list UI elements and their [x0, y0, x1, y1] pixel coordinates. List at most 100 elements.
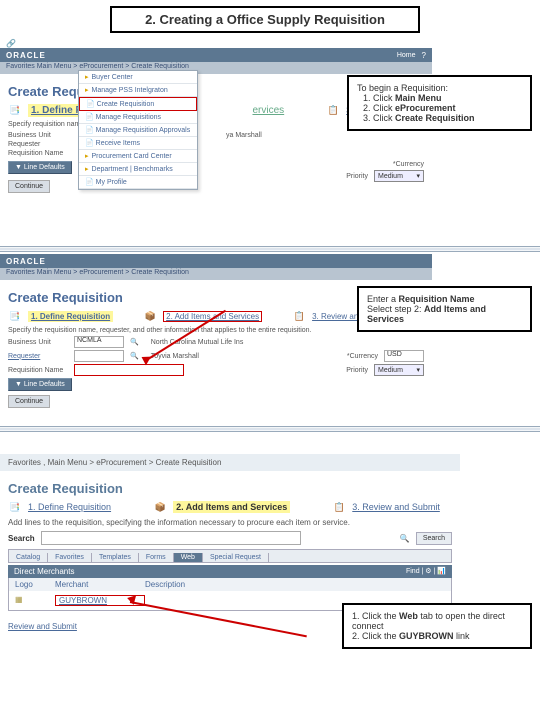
- th-desc: Description: [145, 580, 185, 589]
- step3-icon-3: 📋: [332, 500, 346, 514]
- tab-favorites[interactable]: Favorites: [48, 553, 92, 562]
- step1-icon-3: 📑: [8, 500, 22, 514]
- menu-item-create-requisition[interactable]: 📄 Create Requisition: [79, 97, 197, 111]
- menu-item-receive[interactable]: 📄 Receive Items: [79, 137, 197, 150]
- table-header: Logo Merchant Description: [8, 578, 452, 591]
- menu-item-procurement-card[interactable]: ▸Procurement Card Center: [79, 150, 197, 163]
- lookup-icon[interactable]: 🔍: [130, 338, 139, 346]
- breadcrumb-text-3: Favorites , Main Menu > eProcurement > C…: [8, 458, 221, 467]
- help-icon[interactable]: ?: [422, 51, 426, 60]
- home-link[interactable]: Home: [397, 52, 416, 59]
- review-submit-link[interactable]: Review and Submit: [8, 622, 77, 631]
- right-form: ya Marshall *Currency Priority Medium ▾: [208, 130, 424, 193]
- menu-item-manage-approvals[interactable]: 📄 Manage Requisition Approvals: [79, 124, 197, 137]
- callout1-l3: Click Create Requisition: [373, 113, 522, 123]
- main-menu-dropdown: ▸Buyer Center ▸Manage PSS Intelgraton 📄 …: [78, 70, 198, 190]
- merchant-logo-icon: ▦: [15, 595, 55, 606]
- tab-special-request[interactable]: Special Request: [203, 553, 269, 562]
- step3-link-3[interactable]: 3. Review and Submit: [352, 502, 440, 512]
- priority-select-2[interactable]: Medium▾: [374, 364, 424, 376]
- callout2-l1: Enter a Requisition Name: [367, 294, 522, 304]
- step2-placeholder: ervices: [252, 105, 284, 116]
- reqname-label: Requisition Name: [8, 150, 68, 157]
- search-input[interactable]: [41, 531, 301, 545]
- search-label: Search: [8, 534, 35, 543]
- requester-input[interactable]: [74, 350, 124, 362]
- step1-icon-2: 📑: [8, 309, 22, 323]
- tiny-link-icon: 🔗: [0, 39, 432, 48]
- breadcrumb-text: Favorites Main Menu > eProcurement > Cre…: [6, 63, 189, 70]
- menu-item-manage-pss[interactable]: ▸Manage PSS Intelgraton: [79, 84, 197, 97]
- find-link[interactable]: Find | ⚙ | 📊: [406, 567, 446, 576]
- spec-text-3: Add lines to the requisition, specifying…: [8, 518, 452, 527]
- priority-select[interactable]: Medium ▾: [374, 170, 424, 182]
- step1-icon: 📑: [8, 103, 22, 117]
- bu-text: North Carolina Mutual Life Ins: [151, 339, 244, 346]
- oracle-header-bar-2: ORACLE: [0, 254, 432, 268]
- th-logo: Logo: [15, 580, 55, 589]
- callout-3: 1. Click the Web tab to open the direct …: [342, 603, 532, 649]
- requester-label-2[interactable]: Requester: [8, 353, 68, 360]
- wizard-steps-3: 📑 1. Define Requisition 📦 2. Add Items a…: [8, 500, 452, 514]
- divider-2: [0, 426, 540, 432]
- callout3-l1: 1. Click the Web tab to open the direct …: [352, 611, 522, 631]
- section-2: ORACLE Favorites Main Menu > eProcuremen…: [0, 254, 432, 414]
- breadcrumb-3: Favorites , Main Menu > eProcurement > C…: [0, 454, 460, 471]
- step2-link-3[interactable]: 2. Add Items and Services: [173, 501, 290, 513]
- create-req-header-3: Create Requisition: [8, 481, 452, 496]
- line-defaults-button-2[interactable]: ▼ Line Defaults: [8, 378, 72, 391]
- callout-1: To begin a Requisition: Click Main Menu …: [347, 75, 532, 131]
- tab-web[interactable]: Web: [174, 553, 203, 562]
- tab-row: Catalog Favorites Templates Forms Web Sp…: [8, 549, 452, 563]
- callout1-l2: Click eProcurement: [373, 103, 522, 113]
- reqname-label-2: Requisition Name: [8, 367, 68, 374]
- currency-label-2: *Currency: [347, 353, 378, 360]
- currency-label: *Currency: [393, 161, 424, 168]
- oracle-logo-2: ORACLE: [6, 257, 46, 266]
- step1-link-3[interactable]: 1. Define Requisition: [28, 502, 111, 512]
- bu-input[interactable]: NCMLA: [74, 336, 124, 348]
- line-defaults-button[interactable]: ▼ Line Defaults: [8, 161, 72, 174]
- priority-label: Priority: [346, 173, 368, 180]
- th-merchant: Merchant: [55, 580, 145, 589]
- step2-icon-2: 📦: [143, 309, 157, 323]
- menu-item-dept-bench[interactable]: ▸Department | Benchmarks: [79, 163, 197, 176]
- direct-merchants-label: Direct Merchants: [14, 567, 74, 576]
- section-3: Favorites , Main Menu > eProcurement > C…: [0, 454, 460, 641]
- requester-label: Requester: [8, 141, 68, 148]
- menu-item-manage-req[interactable]: 📄 Manage Requisitions: [79, 111, 197, 124]
- continue-button[interactable]: Continue: [8, 180, 50, 193]
- reqname-input[interactable]: [74, 364, 184, 376]
- section-1: 🔗 ORACLE Home ? Favorites Main Menu > eP…: [0, 39, 432, 234]
- callout3-l2: 2. Click the GUYBROWN link: [352, 631, 522, 641]
- search-button[interactable]: Search: [416, 532, 452, 545]
- step1-link-2[interactable]: 1. Define Requisition: [28, 311, 113, 322]
- oracle-header-bar: ORACLE Home ?: [0, 48, 432, 62]
- breadcrumb-2: Favorites Main Menu > eProcurement > Cre…: [0, 268, 432, 280]
- callout1-lead: To begin a Requisition:: [357, 83, 522, 93]
- callout1-l1: Click Main Menu: [373, 93, 522, 103]
- bu-label-2: Business Unit: [8, 339, 68, 346]
- tab-catalog[interactable]: Catalog: [9, 553, 48, 562]
- menu-item-my-profile[interactable]: 📄 My Profile: [79, 176, 197, 189]
- tab-templates[interactable]: Templates: [92, 553, 139, 562]
- continue-button-2[interactable]: Continue: [8, 395, 50, 408]
- requester-display: ya Marshall: [226, 132, 424, 139]
- currency-input[interactable]: USD: [384, 350, 424, 362]
- page-title-box: 2. Creating a Office Supply Requisition: [110, 6, 420, 33]
- menu-item-buyer-center[interactable]: ▸Buyer Center: [79, 71, 197, 84]
- breadcrumb-text-2: Favorites Main Menu > eProcurement > Cre…: [6, 269, 189, 276]
- breadcrumb: Favorites Main Menu > eProcurement > Cre…: [0, 62, 432, 74]
- divider-1: [0, 246, 540, 252]
- callout2-l2: Select step 2: Add Items and Services: [367, 304, 522, 324]
- step2-icon-3: 📦: [153, 500, 167, 514]
- step3-icon: 📋: [326, 103, 340, 117]
- priority-label-2: Priority: [346, 367, 368, 374]
- step3-icon-2: 📋: [292, 309, 306, 323]
- lookup-icon-2[interactable]: 🔍: [130, 352, 139, 360]
- page-title: 2. Creating a Office Supply Requisition: [145, 12, 385, 27]
- direct-merchants-bar: Direct Merchants Find | ⚙ | 📊: [8, 565, 452, 578]
- tab-forms[interactable]: Forms: [139, 553, 174, 562]
- callout-2: Enter a Requisition Name Select step 2: …: [357, 286, 532, 332]
- oracle-logo: ORACLE: [6, 51, 46, 60]
